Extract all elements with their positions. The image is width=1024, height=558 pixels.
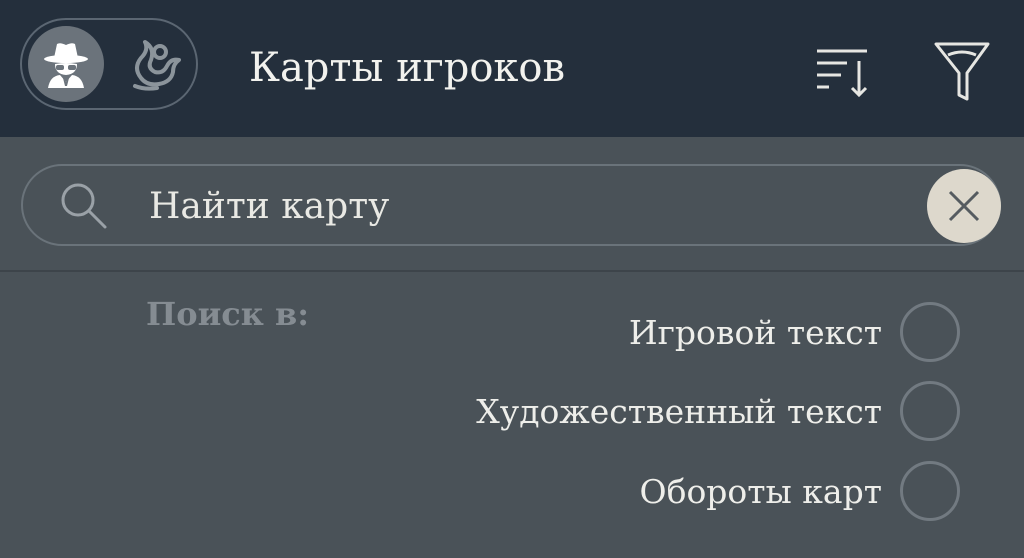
mythos-mode-button[interactable] bbox=[122, 28, 192, 100]
game-text-radio[interactable] bbox=[900, 302, 960, 362]
investigator-mode-button[interactable] bbox=[28, 26, 104, 102]
flavor-text-radio[interactable] bbox=[900, 381, 960, 441]
filter-button[interactable] bbox=[930, 38, 994, 104]
investigator-icon bbox=[44, 43, 88, 88]
option-card-backs[interactable]: Обороты карт bbox=[640, 458, 960, 524]
search-bar bbox=[21, 164, 1001, 246]
sort-icon bbox=[817, 49, 868, 98]
option-flavor-text[interactable]: Художественный текст bbox=[476, 378, 960, 444]
close-icon bbox=[948, 190, 980, 222]
filter-icon bbox=[934, 42, 990, 101]
search-input[interactable] bbox=[149, 178, 909, 234]
option-label: Игровой текст bbox=[628, 312, 882, 352]
page-title: Карты игроков bbox=[249, 45, 565, 91]
mythos-tentacle-icon bbox=[133, 40, 181, 91]
top-bar: Карты игроков bbox=[0, 0, 1024, 137]
search-icon bbox=[57, 180, 113, 232]
option-game-text[interactable]: Игровой текст bbox=[629, 299, 960, 365]
option-label: Обороты карт bbox=[639, 471, 882, 511]
mode-toggle bbox=[20, 18, 198, 110]
section-divider bbox=[0, 270, 1024, 272]
card-backs-radio[interactable] bbox=[900, 461, 960, 521]
option-label: Художественный текст bbox=[476, 391, 882, 431]
clear-search-button[interactable] bbox=[927, 169, 1001, 243]
player-cards-screen: Карты игроков Найти карту Поиск в: Игров… bbox=[0, 0, 1024, 558]
sort-button[interactable] bbox=[810, 38, 874, 104]
search-in-label: Поиск в: bbox=[146, 295, 310, 333]
